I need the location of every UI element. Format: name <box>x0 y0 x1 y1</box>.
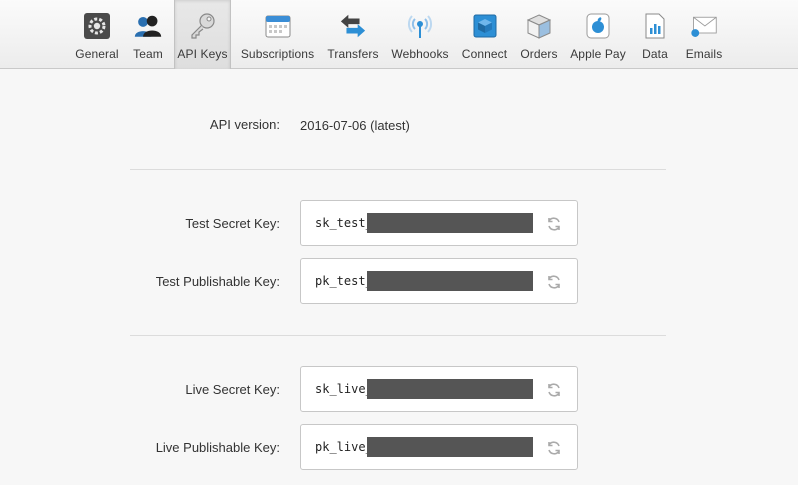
roll-key-icon[interactable] <box>545 439 563 457</box>
live-secret-key-label: Live Secret Key: <box>185 382 280 397</box>
redacted-key <box>367 437 533 457</box>
divider <box>130 335 666 336</box>
tab-label: General <box>75 47 119 61</box>
key-prefix: pk_live_ <box>315 440 373 454</box>
tab-team[interactable]: Team <box>128 0 168 69</box>
gear-icon <box>83 12 111 40</box>
tab-label: Emails <box>685 47 723 61</box>
broadcast-icon <box>406 12 434 40</box>
test-publishable-key-label: Test Publishable Key: <box>155 274 280 289</box>
chart-document-icon <box>641 12 669 40</box>
tab-label: Subscriptions <box>240 47 315 61</box>
tab-subscriptions[interactable]: Subscriptions <box>239 0 316 69</box>
redacted-key <box>367 271 533 291</box>
roll-key-icon[interactable] <box>545 215 563 233</box>
tab-api-keys[interactable]: API Keys <box>174 0 231 69</box>
key-prefix: sk_live_ <box>315 382 373 396</box>
envelope-icon <box>690 12 718 40</box>
people-icon <box>134 12 162 40</box>
api-version-label: API version: <box>209 117 280 132</box>
tab-label: Apple Pay <box>570 47 626 61</box>
cube-icon <box>471 12 499 40</box>
test-secret-key-label: Test Secret Key: <box>185 216 280 231</box>
tab-data[interactable]: Data <box>639 0 671 69</box>
tab-label: Orders <box>520 47 558 61</box>
redacted-key <box>367 379 533 399</box>
divider <box>130 169 666 170</box>
live-publishable-key-label: Live Publishable Key: <box>155 440 280 455</box>
key-prefix: pk_test_ <box>315 274 373 288</box>
apple-icon <box>584 12 612 40</box>
tab-label: Transfers <box>327 47 379 61</box>
redacted-key <box>367 213 533 233</box>
arrows-icon <box>339 12 367 40</box>
test-secret-key-field[interactable]: sk_test_ <box>300 200 578 246</box>
key-prefix: sk_test_ <box>315 216 373 230</box>
tab-label: Data <box>642 47 668 61</box>
tab-connect[interactable]: Connect <box>460 0 509 69</box>
tab-transfers[interactable]: Transfers <box>326 0 380 69</box>
roll-key-icon[interactable] <box>545 381 563 399</box>
tab-apple-pay[interactable]: Apple Pay <box>569 0 627 69</box>
api-version-value: 2016-07-06 (latest) <box>300 118 410 133</box>
tab-label: Team <box>133 47 163 61</box>
box-icon <box>525 12 553 40</box>
roll-key-icon[interactable] <box>545 273 563 291</box>
tab-label: Connect <box>461 47 508 61</box>
calendar-icon <box>264 12 292 40</box>
tab-general[interactable]: General <box>73 0 121 69</box>
test-publishable-key-field[interactable]: pk_test_ <box>300 258 578 304</box>
settings-toolbar: General Team API Keys Subscriptions Tran… <box>0 0 798 69</box>
tab-orders[interactable]: Orders <box>518 0 560 69</box>
key-icon <box>189 12 217 40</box>
tab-webhooks[interactable]: Webhooks <box>390 0 450 69</box>
tab-label: Webhooks <box>391 47 449 61</box>
tab-emails[interactable]: Emails <box>683 0 725 69</box>
live-secret-key-field[interactable]: sk_live_ <box>300 366 578 412</box>
live-publishable-key-field[interactable]: pk_live_ <box>300 424 578 470</box>
tab-label: API Keys <box>177 47 228 61</box>
api-keys-panel: API version: 2016-07-06 (latest) Test Se… <box>0 70 798 485</box>
